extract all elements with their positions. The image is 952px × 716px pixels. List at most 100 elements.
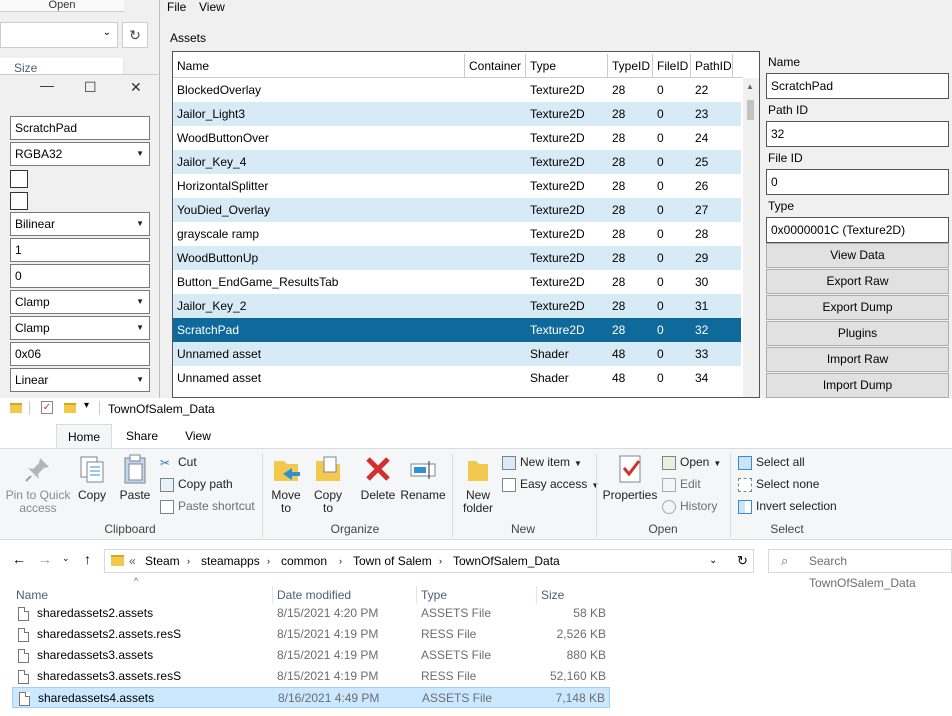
- crumb-chevron-icon[interactable]: ›: [187, 550, 190, 572]
- copy-to-button[interactable]: Copy to: [310, 453, 346, 515]
- scroll-thumb[interactable]: [747, 100, 754, 120]
- minimize-icon[interactable]: —: [40, 77, 54, 93]
- asset-row[interactable]: YouDied_Overlay Texture2D 28 0 27: [173, 198, 741, 222]
- file-row[interactable]: sharedassets3.assets.resS 8/15/2021 4:19 …: [12, 666, 610, 687]
- copy-button[interactable]: Copy: [76, 453, 108, 502]
- tab-share[interactable]: Share: [116, 424, 168, 448]
- asset-row[interactable]: WoodButtonOver Texture2D 28 0 24: [173, 126, 741, 150]
- crumb-steamapps[interactable]: steamapps: [201, 550, 260, 572]
- asset-row[interactable]: ScratchPad Texture2D 28 0 32: [173, 318, 741, 342]
- asset-row[interactable]: Jailor_Key_4 Texture2D 28 0 25: [173, 150, 741, 174]
- mip-bias-field[interactable]: 0: [10, 264, 150, 288]
- format-select[interactable]: RGBA32 ▼: [10, 142, 150, 166]
- crumb-chevron-icon[interactable]: ›: [267, 550, 270, 572]
- tab-view[interactable]: View: [172, 424, 224, 448]
- col-type[interactable]: Type: [526, 54, 608, 78]
- col-fileid[interactable]: FileID: [653, 54, 691, 78]
- pathid-field[interactable]: 32: [766, 121, 949, 147]
- col-pathid[interactable]: PathID: [691, 54, 733, 78]
- crumb-common[interactable]: common: [281, 550, 327, 572]
- type-field[interactable]: 0x0000001C (Texture2D): [766, 217, 949, 243]
- column-divider[interactable]: [272, 586, 273, 604]
- asset-row[interactable]: Jailor_Light3 Texture2D 28 0 23: [173, 102, 741, 126]
- crumb-steam[interactable]: Steam: [145, 550, 180, 572]
- view-data-button[interactable]: View Data: [766, 243, 949, 268]
- checkbox-1[interactable]: [10, 170, 28, 188]
- asset-row[interactable]: grayscale ramp Texture2D 28 0 28: [173, 222, 741, 246]
- path-combo[interactable]: ⌄: [0, 22, 118, 48]
- column-divider[interactable]: [416, 586, 417, 604]
- forward-arrow-icon[interactable]: →: [38, 551, 52, 567]
- filter-mode-select[interactable]: Bilinear ▼: [10, 212, 150, 236]
- select-none-button[interactable]: Select none: [738, 474, 819, 494]
- col-typeid[interactable]: TypeID: [608, 54, 653, 78]
- delete-button[interactable]: Delete: [358, 453, 398, 502]
- properties-button[interactable]: Properties: [602, 453, 658, 502]
- file-row[interactable]: sharedassets4.assets 8/16/2021 4:49 PM ASS…: [12, 687, 610, 708]
- quick-access-dropdown-icon[interactable]: ▾: [84, 400, 89, 411]
- paste-shortcut-button[interactable]: Paste shortcut: [160, 496, 255, 516]
- recent-locations-icon[interactable]: ⌄: [62, 553, 70, 564]
- close-icon[interactable]: ✕: [130, 79, 142, 96]
- address-bar[interactable]: « Steam › steamapps › common › Town of S…: [104, 549, 754, 573]
- flags-field[interactable]: 0x06: [10, 342, 150, 366]
- rename-button[interactable]: Rename: [400, 453, 446, 502]
- cut-button[interactable]: ✂ Cut: [160, 452, 197, 472]
- fileid-field[interactable]: 0: [766, 169, 949, 195]
- file-row[interactable]: sharedassets3.assets 8/15/2021 4:19 PM ASS…: [12, 645, 610, 666]
- column-divider[interactable]: [536, 586, 537, 604]
- scroll-up-icon[interactable]: ▲: [746, 82, 754, 91]
- asset-row[interactable]: HorizontalSplitter Texture2D 28 0 26: [173, 174, 741, 198]
- assets-scrollbar[interactable]: ▲: [743, 78, 759, 397]
- asset-row[interactable]: Unnamed asset Shader 48 0 33: [173, 342, 741, 366]
- maximize-icon[interactable]: ☐: [84, 79, 97, 96]
- plugins-button[interactable]: Plugins: [766, 321, 949, 346]
- checkbox-2[interactable]: [10, 192, 28, 210]
- crumb-chevron-icon[interactable]: ›: [439, 550, 442, 572]
- asset-row[interactable]: BlockedOverlay Texture2D 28 0 22: [173, 78, 741, 102]
- file-row[interactable]: sharedassets2.assets 8/15/2021 4:20 PM ASS…: [12, 603, 610, 624]
- new-item-button[interactable]: New item ▼: [502, 452, 582, 472]
- crumb-overflow-icon[interactable]: «: [129, 550, 136, 572]
- edit-button[interactable]: Edit: [662, 474, 701, 494]
- crumb-townofsalem-data[interactable]: TownOfSalem_Data: [453, 550, 560, 572]
- select-all-button[interactable]: Select all: [738, 452, 805, 472]
- crumb-town-of-salem[interactable]: Town of Salem: [353, 550, 432, 572]
- invert-selection-button[interactable]: Invert selection: [738, 496, 837, 516]
- move-to-button[interactable]: Move to: [268, 453, 304, 515]
- asset-row[interactable]: Jailor_Key_2 Texture2D 28 0 31: [173, 294, 741, 318]
- asset-row[interactable]: WoodButtonUp Texture2D 28 0 29: [173, 246, 741, 270]
- asset-row[interactable]: Unnamed asset Shader 48 0 34: [173, 366, 741, 390]
- menu-file[interactable]: File: [167, 0, 186, 14]
- crumb-chevron-icon[interactable]: ›: [339, 550, 342, 572]
- address-dropdown-icon[interactable]: ⌄: [709, 550, 717, 572]
- refresh-icon[interactable]: ↻: [737, 550, 748, 572]
- properties-check-icon[interactable]: ✓: [41, 401, 53, 414]
- tab-home[interactable]: Home: [56, 424, 112, 448]
- up-arrow-icon[interactable]: ↑: [84, 551, 91, 567]
- wrap-v-select[interactable]: Clamp ▼: [10, 316, 150, 340]
- easy-access-button[interactable]: Easy access▼: [502, 474, 599, 494]
- col-name[interactable]: Name: [173, 54, 465, 78]
- history-button[interactable]: History: [662, 496, 717, 516]
- wrap-u-select[interactable]: Clamp ▼: [10, 290, 150, 314]
- open-button[interactable]: Open ▼: [662, 452, 721, 472]
- file-row[interactable]: sharedassets2.assets.resS 8/15/2021 4:19 …: [12, 624, 610, 645]
- menu-view[interactable]: View: [199, 0, 225, 14]
- export-raw-button[interactable]: Export Raw: [766, 269, 949, 294]
- color-space-select[interactable]: Linear ▼: [10, 368, 150, 392]
- export-dump-button[interactable]: Export Dump: [766, 295, 949, 320]
- copy-path-button[interactable]: Copy path: [160, 474, 233, 494]
- open-header[interactable]: Open: [0, 0, 124, 12]
- new-folder-button[interactable]: New folder: [456, 453, 500, 515]
- import-raw-button[interactable]: Import Raw: [766, 347, 949, 372]
- back-arrow-icon[interactable]: ←: [12, 551, 26, 567]
- pin-quick-access-button[interactable]: Pin to Quick access: [4, 453, 72, 515]
- refresh-button[interactable]: ↻: [122, 22, 148, 48]
- search-box[interactable]: ⌕ Search TownOfSalem_Data: [768, 549, 952, 590]
- import-dump-button[interactable]: Import Dump: [766, 373, 949, 398]
- new-folder-icon[interactable]: [64, 403, 76, 413]
- aniso-field[interactable]: 1: [10, 238, 150, 262]
- name-field[interactable]: ScratchPad: [766, 73, 949, 99]
- col-container[interactable]: Container: [465, 54, 526, 78]
